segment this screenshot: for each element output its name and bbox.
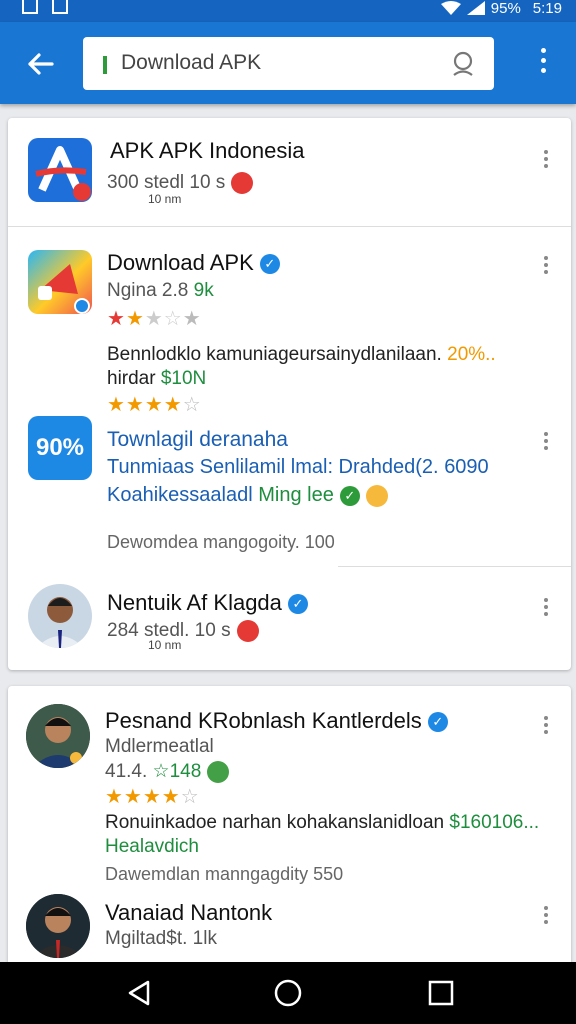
clock: 5:19 xyxy=(532,0,562,17)
item-line: Koahikessaaladl Ming lee ✓ xyxy=(107,484,388,507)
item-more-button[interactable] xyxy=(542,432,550,454)
item-title[interactable]: Townlagil deranaha xyxy=(107,428,288,452)
results-card: Pesnand KRobnlash Kantlerdels ✓ Mdlermeat… xyxy=(8,686,571,966)
item-title: Nentuik Af Klagda ✓ xyxy=(107,590,308,616)
item-title: Vanaiad Nantonk xyxy=(105,900,273,925)
emoji-icon xyxy=(365,484,388,507)
item-description: Bennlodklo kamuniageursainydlanilaan. 20… xyxy=(107,344,496,365)
results-card: APK APK Indonesia 300 stedl 10 s 10 nm D… xyxy=(8,118,571,670)
item-title: Pesnand KRobnlash Kantlerdels ✓ xyxy=(105,708,448,734)
rating-stars: ★★★☆★ xyxy=(107,308,202,330)
item-line: Tunmiaas Senlilamil lmal: Drahded(2. 609… xyxy=(107,456,489,478)
item-subtitle: 300 stedl 10 s xyxy=(107,172,254,194)
verified-icon: ✓ xyxy=(427,712,448,733)
person-avatar-icon xyxy=(36,597,84,648)
status-bar: 95% 5:19 xyxy=(0,0,576,22)
battery-text: 95% xyxy=(490,0,521,17)
item-description-2: Healavdich xyxy=(105,836,199,857)
item-meta: Dewomdea mangogoity. 100 xyxy=(107,532,335,552)
item-title: APK APK Indonesia xyxy=(110,138,305,163)
nav-recents-icon[interactable] xyxy=(426,978,456,1008)
person-avatar-icon xyxy=(26,704,90,768)
item-subtitle: Mgiltad$t. 1lk xyxy=(105,928,217,949)
megaphone-icon xyxy=(38,264,90,314)
search-cursor-marker xyxy=(103,56,107,74)
search-icon[interactable] xyxy=(450,51,476,77)
item-more-button[interactable] xyxy=(542,256,550,278)
rating-stars: ★★★★☆ xyxy=(105,786,200,808)
item-subtitle: Mdlermeatlal xyxy=(105,736,214,757)
arrow-back-icon xyxy=(28,53,54,75)
wifi-icon xyxy=(440,1,461,15)
nav-back-icon[interactable] xyxy=(124,978,154,1008)
item-more-button[interactable] xyxy=(542,598,550,620)
item-more-button[interactable] xyxy=(542,716,550,738)
avatar xyxy=(28,584,92,648)
emoji-icon xyxy=(207,760,230,783)
emoji-icon xyxy=(231,172,254,194)
rating-stars: ★★★★☆ xyxy=(107,394,202,416)
item-subtitle: 284 stedl. 10 s xyxy=(107,620,259,642)
app-icon xyxy=(28,250,92,314)
item-tiny: 10 nm xyxy=(148,638,182,652)
app-icon: 90% xyxy=(28,416,92,480)
avatar xyxy=(26,704,90,768)
apk-logo-icon xyxy=(35,146,91,201)
item-more-button[interactable] xyxy=(542,906,550,928)
nav-home-icon[interactable] xyxy=(273,978,303,1008)
item-stats: 41.4. ☆148 xyxy=(105,760,230,783)
signal-icon xyxy=(466,1,485,15)
system-nav-bar xyxy=(0,962,576,1024)
item-tiny: 10 nm xyxy=(148,192,182,206)
app-icon-label: 90% xyxy=(35,434,85,461)
verified-icon: ✓ xyxy=(287,594,308,615)
item-more-button[interactable] xyxy=(542,150,550,172)
emoji-icon xyxy=(236,620,259,642)
divider xyxy=(8,226,571,227)
item-meta: Dawemdlan manngagdity 550 xyxy=(105,864,344,884)
search-input[interactable]: Download APK xyxy=(83,37,494,90)
person-avatar-icon xyxy=(26,894,90,958)
item-price: hirdar $10N xyxy=(107,368,207,389)
app-icon xyxy=(28,138,92,202)
item-description: Ronuinkadoe narhan kohakanslanidloan $16… xyxy=(105,812,540,833)
back-button[interactable] xyxy=(22,46,58,82)
app-bar: Download APK xyxy=(0,22,576,104)
verified-icon: ✓ xyxy=(259,254,280,275)
item-title: Download APK ✓ xyxy=(107,250,280,276)
divider xyxy=(338,566,571,567)
search-query: Download APK xyxy=(121,51,262,74)
overflow-menu-button[interactable] xyxy=(538,48,548,78)
app-notification-icon xyxy=(52,0,68,14)
check-icon: ✓ xyxy=(339,485,360,506)
avatar xyxy=(26,894,90,958)
item-subtitle: Ngina 2.8 9k xyxy=(107,280,214,301)
notification-icon xyxy=(22,0,38,14)
